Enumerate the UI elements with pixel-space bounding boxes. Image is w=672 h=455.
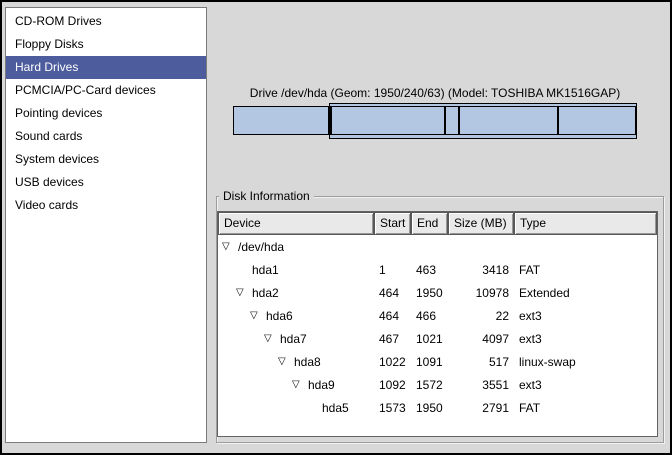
partition-segment-hda2 (329, 103, 637, 139)
cell-device: ▽hda6 (218, 309, 374, 323)
cell-end: 1950 (411, 286, 448, 300)
device-name: hda1 (252, 263, 279, 277)
cell-size: 3418 (448, 263, 514, 277)
device-name: hda8 (294, 355, 321, 369)
disk-information-frame-label: Disk Information (219, 189, 314, 203)
column-header-type[interactable]: Type (514, 212, 657, 235)
device-name: hda5 (322, 401, 349, 415)
cell-start: 1092 (374, 378, 411, 392)
cell-end: 1572 (411, 378, 448, 392)
table-row-hda1[interactable]: ▽hda114633418FAT (218, 258, 657, 281)
cell-end: 1950 (411, 401, 448, 415)
expander-open-icon[interactable]: ▽ (278, 357, 294, 367)
table-row-hda9[interactable]: ▽hda9109215723551ext3 (218, 373, 657, 396)
cell-type: ext3 (514, 378, 657, 392)
cell-device: ▽hda7 (218, 332, 374, 346)
device-name: hda6 (266, 309, 293, 323)
column-header-end[interactable]: End (411, 212, 448, 235)
sidebar-item-pcmcia-pc-card-devices[interactable]: PCMCIA/PC-Card devices (6, 79, 206, 102)
partition-segment-hda9 (459, 106, 558, 135)
device-category-list: CD-ROM DrivesFloppy DisksHard DrivesPCMC… (5, 7, 207, 443)
sidebar-item-hard-drives[interactable]: Hard Drives (6, 56, 206, 79)
cell-start: 464 (374, 309, 411, 323)
sidebar-item-cd-rom-drives[interactable]: CD-ROM Drives (6, 10, 206, 33)
partition-segment-hda8 (445, 106, 459, 135)
cell-start: 464 (374, 286, 411, 300)
cell-size: 3551 (448, 378, 514, 392)
cell-start: 1573 (374, 401, 411, 415)
cell-start: 467 (374, 332, 411, 346)
cell-type: linux-swap (514, 355, 657, 369)
partition-segment-hda7 (331, 106, 445, 135)
sidebar-item-sound-cards[interactable]: Sound cards (6, 125, 206, 148)
cell-type: ext3 (514, 332, 657, 346)
expander-open-icon[interactable]: ▽ (264, 334, 280, 344)
cell-end: 466 (411, 309, 448, 323)
column-header-start[interactable]: Start (374, 212, 411, 235)
table-row-hda5[interactable]: ▽hda5157319502791FAT (218, 396, 657, 419)
cell-device: ▽/dev/hda (218, 240, 374, 254)
cell-size: 2791 (448, 401, 514, 415)
sidebar-item-pointing-devices[interactable]: Pointing devices (6, 102, 206, 125)
device-name: /dev/hda (238, 240, 284, 254)
cell-device: ▽hda8 (218, 355, 374, 369)
cell-size: 10978 (448, 286, 514, 300)
cell-device: ▽hda1 (218, 263, 374, 277)
device-name: hda9 (308, 378, 335, 392)
cell-type: FAT (514, 263, 657, 277)
cell-type: FAT (514, 401, 657, 415)
cell-size: 22 (448, 309, 514, 323)
cell-size: 4097 (448, 332, 514, 346)
partition-segment-hda5 (558, 106, 636, 135)
column-header-size-mb-[interactable]: Size (MB) (448, 212, 514, 235)
table-row-hda7[interactable]: ▽hda746710214097ext3 (218, 327, 657, 350)
cell-type: ext3 (514, 309, 657, 323)
expander-open-icon[interactable]: ▽ (250, 311, 266, 321)
cell-end: 1021 (411, 332, 448, 346)
expander-open-icon[interactable]: ▽ (222, 242, 238, 252)
disk-information-table: DeviceStartEndSize (MB)Type ▽/dev/hda▽hd… (217, 211, 658, 437)
drive-geometry-label: Drive /dev/hda (Geom: 1950/240/63) (Mode… (233, 86, 637, 100)
cell-end: 463 (411, 263, 448, 277)
table-row-hda8[interactable]: ▽hda810221091517linux-swap (218, 350, 657, 373)
cell-end: 1091 (411, 355, 448, 369)
table-row-hda6[interactable]: ▽hda646446622ext3 (218, 304, 657, 327)
sidebar-item-video-cards[interactable]: Video cards (6, 194, 206, 217)
cell-type: Extended (514, 286, 657, 300)
cell-size: 517 (448, 355, 514, 369)
cell-start: 1022 (374, 355, 411, 369)
sidebar-item-floppy-disks[interactable]: Floppy Disks (6, 33, 206, 56)
table-body: ▽/dev/hda▽hda114633418FAT▽hda24641950109… (218, 235, 657, 419)
sidebar-item-system-devices[interactable]: System devices (6, 148, 206, 171)
expander-open-icon[interactable]: ▽ (236, 288, 252, 298)
partition-bar (233, 103, 637, 139)
expander-open-icon[interactable]: ▽ (292, 380, 308, 390)
device-name: hda2 (252, 286, 279, 300)
column-header-device[interactable]: Device (218, 212, 374, 235)
sidebar-item-usb-devices[interactable]: USB devices (6, 171, 206, 194)
cell-device: ▽hda5 (218, 401, 374, 415)
cell-device: ▽hda2 (218, 286, 374, 300)
table-row--dev-hda[interactable]: ▽/dev/hda (218, 235, 657, 258)
cell-device: ▽hda9 (218, 378, 374, 392)
hardware-browser-window: CD-ROM DrivesFloppy DisksHard DrivesPCMC… (0, 0, 672, 455)
table-row-hda2[interactable]: ▽hda2464195010978Extended (218, 281, 657, 304)
partition-segment-hda1 (233, 106, 329, 135)
device-name: hda7 (280, 332, 307, 346)
table-header-row: DeviceStartEndSize (MB)Type (218, 212, 657, 235)
cell-start: 1 (374, 263, 411, 277)
